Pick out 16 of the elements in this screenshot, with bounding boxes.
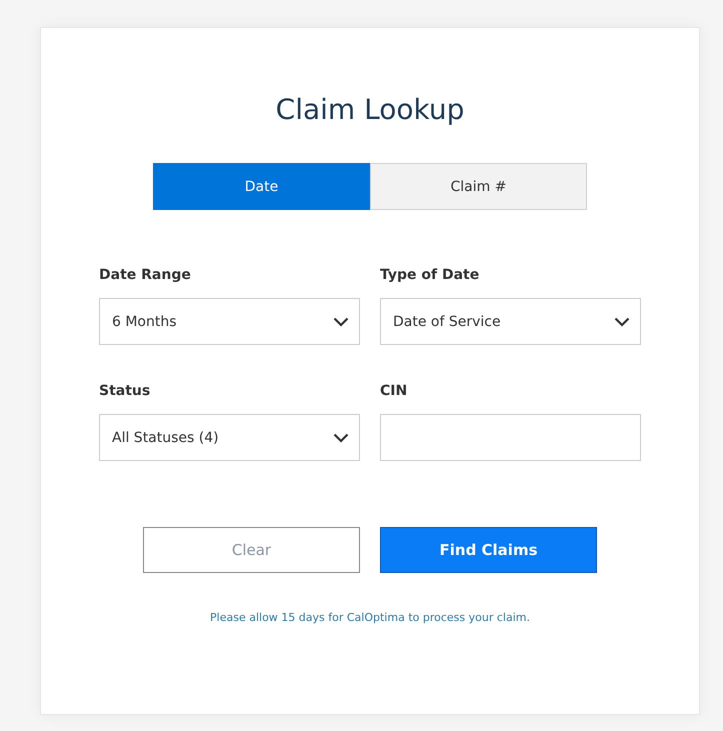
find-claims-button[interactable]: Find Claims [380,527,597,573]
tab[interactable]: Date [153,163,370,210]
chevron-down-icon [333,432,349,442]
field-label: Status [99,382,152,401]
page-title: Claim Lookup [276,92,464,128]
field-label: Date Range [99,266,192,285]
input-field[interactable] [380,414,641,461]
chevron-down-icon [614,316,630,326]
dropdown[interactable]: 6 Months [99,298,360,345]
info-note: Please allow 15 days for CalOptima to process your claim. [210,610,530,626]
field-label: CIN [380,382,408,401]
dropdown[interactable]: All Statuses (4) [99,414,360,461]
field-label: Type of Date [380,266,480,285]
dropdown[interactable]: Date of Service [380,298,641,345]
chevron-down-icon [333,316,349,326]
tab[interactable]: Claim # [370,163,587,210]
